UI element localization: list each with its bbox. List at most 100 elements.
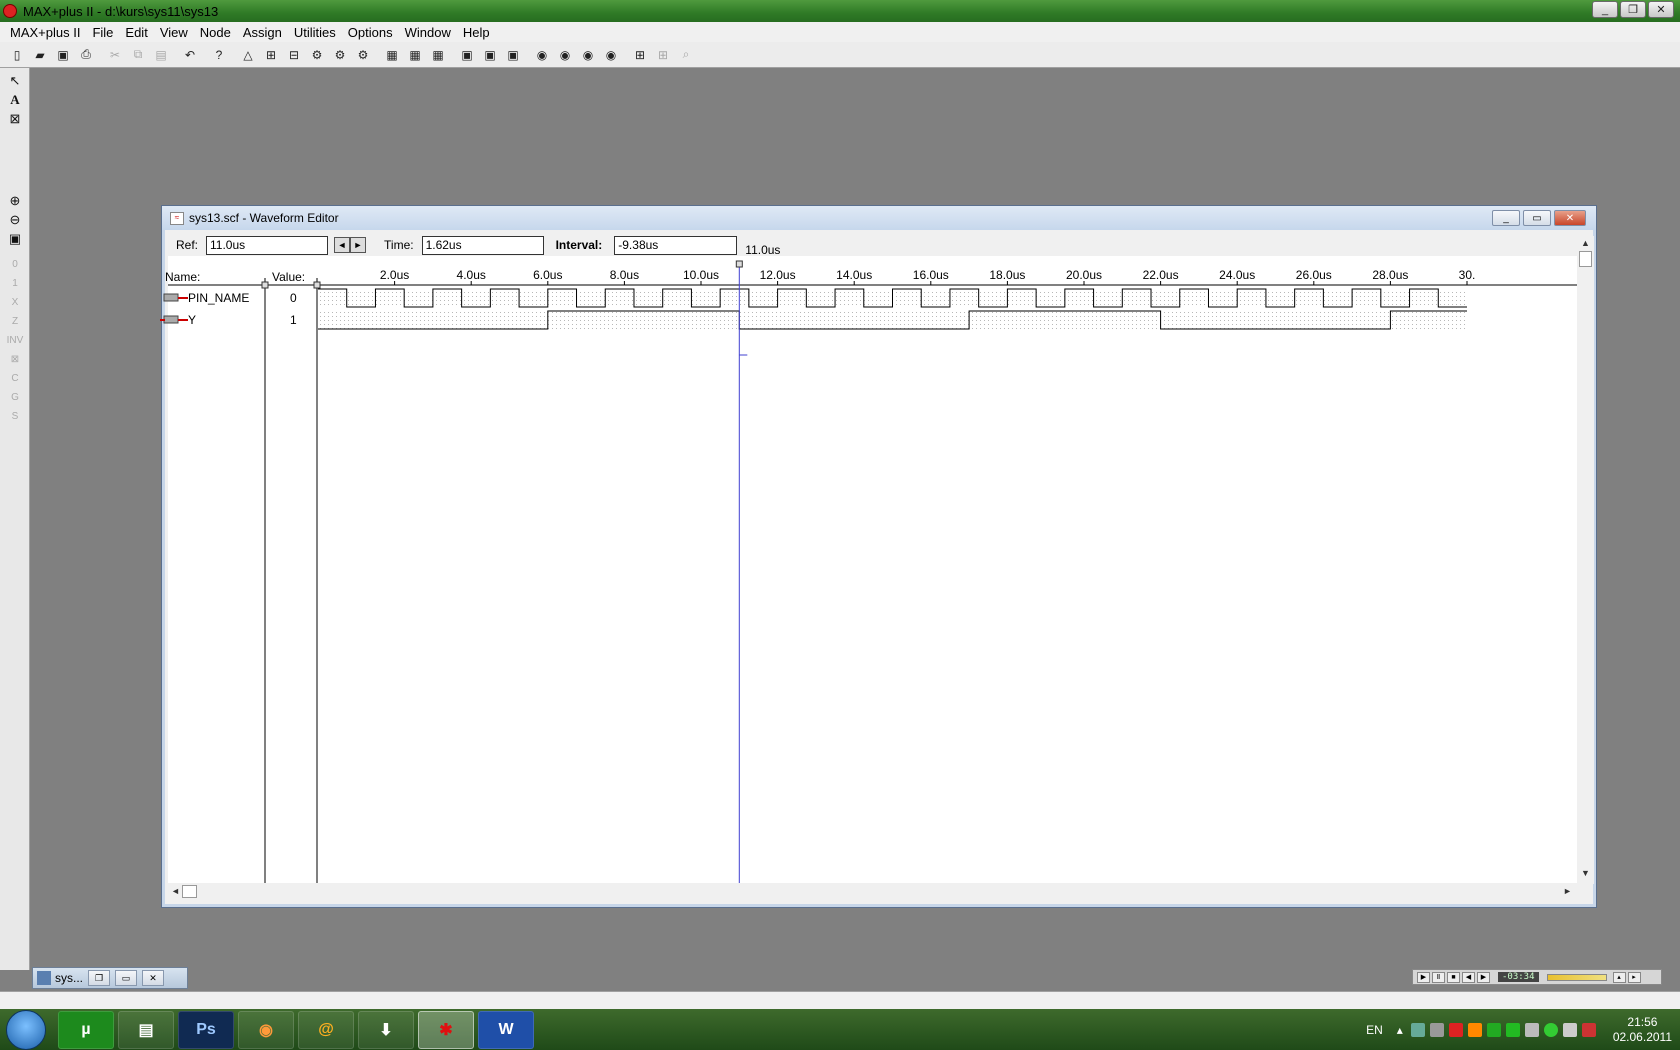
cut-icon[interactable]: ✂ — [104, 44, 126, 65]
maximize-button[interactable]: ❐ — [1620, 1, 1646, 18]
start-button[interactable] — [6, 1009, 46, 1050]
horizontal-scrollbar[interactable]: ◄ ► — [168, 883, 1577, 900]
pause-icon[interactable]: Ⅱ — [1432, 971, 1445, 983]
waveform-pane[interactable]: Name: Value: 2.0us 4.0us 6.0us 8.0us 10.0us 12.… — [160, 243, 1577, 883]
copy-icon[interactable]: ⧉ — [127, 44, 149, 65]
print-icon[interactable]: ⎙ — [75, 44, 97, 65]
ref-right-arrow-icon[interactable]: ► — [350, 237, 367, 253]
vertical-scroll-thumb[interactable] — [1579, 251, 1592, 267]
scroll-down-icon[interactable]: ▼ — [1581, 868, 1590, 878]
volume-slider[interactable] — [1546, 973, 1607, 981]
menu-utilities[interactable]: Utilities — [288, 25, 342, 40]
project-save-check-icon[interactable]: ▦ — [404, 44, 426, 65]
timing-analyzer-icon[interactable]: ⚙ — [352, 44, 374, 65]
menu-edit[interactable]: Edit — [119, 25, 153, 40]
project-save-compile-icon[interactable]: ▦ — [427, 44, 449, 65]
scroll-right-icon[interactable]: ► — [1563, 886, 1572, 896]
hierarchy-up-icon[interactable]: △ — [237, 44, 259, 65]
next-icon[interactable]: ▶ — [1477, 971, 1490, 983]
taskbar-downloader[interactable]: ⬇ — [358, 1010, 414, 1049]
tray-network-icon[interactable] — [1410, 1022, 1425, 1037]
menu-view[interactable]: View — [154, 25, 194, 40]
simulator-icon[interactable]: ⚙ — [329, 44, 351, 65]
open-folder-icon[interactable]: ▰ — [29, 44, 51, 65]
new-file-icon[interactable]: ▯ — [6, 44, 28, 65]
force-low-icon[interactable]: 0 — [4, 255, 26, 274]
tray-volume-icon[interactable] — [1524, 1022, 1539, 1037]
save-icon[interactable]: ▣ — [52, 44, 74, 65]
find-node-all-icon[interactable]: ◉ — [600, 44, 622, 65]
min-maximize-button[interactable]: ▭ — [115, 970, 138, 986]
clock[interactable]: 21:56 02.06.2011 — [1613, 1015, 1672, 1045]
taskbar-utorrent[interactable]: µ — [58, 1010, 114, 1049]
scroll-left-icon[interactable]: ◄ — [171, 886, 180, 896]
taskbar-maxplus[interactable]: ✱ — [418, 1010, 474, 1049]
context-help-icon[interactable]: ? — [208, 44, 230, 65]
scroll-up-icon[interactable]: ▲ — [1581, 238, 1590, 248]
text-tool-icon[interactable]: A — [4, 90, 26, 109]
undo-icon[interactable]: ↶ — [179, 44, 201, 65]
taskbar-photoshop[interactable]: Ps — [178, 1010, 234, 1049]
media-menu-icon[interactable]: ▸ — [1627, 971, 1641, 983]
project-set-icon[interactable]: ▦ — [381, 44, 403, 65]
paste-icon[interactable]: ▤ — [150, 44, 172, 65]
menu-help[interactable]: Help — [457, 25, 496, 40]
waveform-display[interactable]: Name: Value: 2.0us 4.0us 6.0us 8.0us 10.0us 12.… — [160, 243, 1577, 883]
tray-utorrent-icon[interactable] — [1505, 1022, 1520, 1037]
zoom-out-icon[interactable]: ⊖ — [4, 210, 26, 229]
menu-file[interactable]: File — [86, 25, 119, 40]
interval-field[interactable]: -9.38us — [614, 235, 738, 255]
tray-action-center-icon[interactable] — [1581, 1022, 1596, 1037]
value-column-handle[interactable] — [313, 281, 321, 289]
menu-maxplus[interactable]: MAX+plus II — [4, 25, 86, 40]
overwrite-clock-icon[interactable]: C — [4, 369, 26, 388]
waveform-pin-name[interactable] — [318, 288, 1467, 308]
overwrite-count-icon[interactable]: ⊠ — [4, 350, 26, 369]
signal-name[interactable]: PIN_NAME — [188, 291, 249, 305]
tray-expand-icon[interactable]: ▴ — [1397, 1023, 1403, 1037]
prev-icon[interactable]: ◀ — [1462, 971, 1475, 983]
name-column-handle[interactable] — [261, 281, 269, 289]
invert-icon[interactable]: INV — [4, 331, 26, 350]
minimize-button[interactable]: _ — [1592, 1, 1618, 18]
tray-antivirus-icon[interactable] — [1448, 1022, 1463, 1037]
tray-display-icon[interactable] — [1562, 1022, 1577, 1037]
grid-icon[interactable]: ⊞ — [629, 44, 651, 65]
minimized-window[interactable]: sys... ❐ ▭ ✕ — [32, 967, 188, 989]
force-high-icon[interactable]: 1 — [4, 274, 26, 293]
save-compile-icon[interactable]: ▣ — [479, 44, 501, 65]
tray-player-icon[interactable] — [1467, 1022, 1482, 1037]
zoom-in-icon[interactable]: ⊕ — [4, 191, 26, 210]
ref-left-arrow-icon[interactable]: ◄ — [334, 237, 351, 253]
save-check-icon[interactable]: ▣ — [456, 44, 478, 65]
stop-icon[interactable]: ■ — [1447, 971, 1460, 983]
taskbar-explorer[interactable]: ▤ — [118, 1010, 174, 1049]
find-node-dest-icon[interactable]: ◉ — [577, 44, 599, 65]
ref-field[interactable]: 11.0us — [206, 235, 329, 255]
min-restore-button[interactable]: ❐ — [88, 970, 111, 986]
taskbar-mail-agent[interactable]: @ — [298, 1010, 354, 1049]
cursor-handle[interactable] — [735, 260, 743, 268]
menu-options[interactable]: Options — [342, 25, 399, 40]
selection-tool-icon[interactable]: ↖ — [4, 71, 26, 90]
zoom-fit-icon[interactable]: ⌕ — [675, 44, 697, 65]
tray-settings-icon[interactable] — [1429, 1022, 1444, 1037]
wf-maximize-button[interactable]: ▭ — [1523, 210, 1551, 226]
tray-chat-icon[interactable] — [1543, 1022, 1558, 1037]
grid-off-icon[interactable]: ⊞ — [652, 44, 674, 65]
horizontal-scroll-thumb[interactable] — [182, 885, 197, 898]
force-unknown-icon[interactable]: X — [4, 293, 26, 312]
overwrite-state-icon[interactable]: S — [4, 407, 26, 426]
compiler-icon[interactable]: ⚙ — [306, 44, 328, 65]
play-icon[interactable]: ▶ — [1417, 971, 1430, 983]
overwrite-group-icon[interactable]: G — [4, 388, 26, 407]
hierarchy-display-icon[interactable]: ⊞ — [260, 44, 282, 65]
signal-name[interactable]: Y — [188, 313, 196, 327]
save-simulate-icon[interactable]: ▣ — [502, 44, 524, 65]
tray-agent-icon[interactable] — [1486, 1022, 1501, 1037]
floorplan-icon[interactable]: ⊟ — [283, 44, 305, 65]
wf-minimize-button[interactable]: _ — [1492, 210, 1520, 226]
taskbar-firefox[interactable]: ◉ — [238, 1010, 294, 1049]
time-field[interactable]: 1.62us — [421, 235, 544, 255]
find-node-source-icon[interactable]: ◉ — [554, 44, 576, 65]
